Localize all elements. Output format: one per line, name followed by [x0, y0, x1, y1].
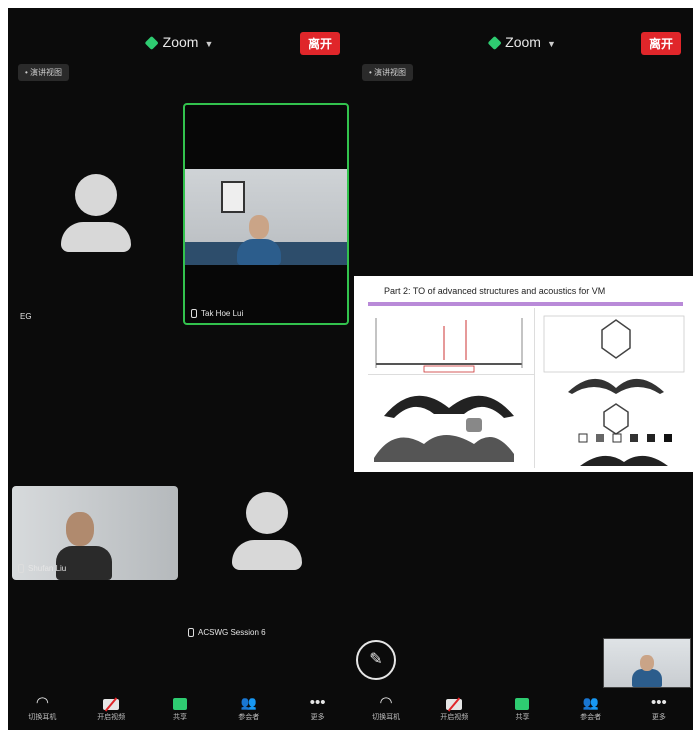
participant-name: EG — [20, 312, 32, 321]
toolbar-start-video[interactable]: 开启视频 — [85, 694, 137, 722]
toolbar-share[interactable]: 共享 — [496, 694, 548, 722]
annotate-pen-button[interactable]: ✎ — [356, 640, 396, 680]
avatar-icon — [61, 174, 131, 252]
self-video-thumbnail[interactable] — [603, 638, 691, 688]
encryption-shield-icon — [487, 36, 502, 51]
meeting-toolbar: ◠ 切换耳机 开启视频 共享 👥 参会者 ••• 更多 — [8, 688, 352, 730]
top-bar: Zoom ▼ 离开 • 演讲视图 — [8, 8, 352, 81]
participant-tile-blank[interactable]: EG — [16, 158, 176, 328]
more-icon: ••• — [650, 694, 667, 711]
toolbar-participants[interactable]: 👥 参会者 — [565, 694, 617, 722]
meeting-title-button[interactable]: Zoom ▼ — [487, 34, 556, 51]
camera-off-icon — [103, 699, 120, 710]
toolbar-share[interactable]: 共享 — [154, 694, 206, 722]
meeting-toolbar: ◠ 切换耳机 开启视频 共享 👥 参会者 ••• 更多 — [352, 688, 693, 730]
headphones-icon: ◠ — [379, 694, 393, 711]
participant-tile-other[interactable]: ACSWG Session 6 — [184, 486, 350, 646]
share-screen-icon — [172, 698, 187, 710]
shared-screen-slide[interactable]: Part 2: TO of advanced structures and ac… — [354, 276, 693, 472]
participant-video — [185, 169, 347, 265]
participant-tile-active-speaker[interactable]: Tak Hoe Lui — [183, 103, 349, 325]
more-icon: ••• — [309, 694, 326, 711]
pen-icon: ✎ — [369, 651, 383, 668]
chevron-down-icon: ▼ — [204, 39, 214, 49]
leave-button[interactable]: 离开 — [299, 32, 340, 55]
toolbar-more[interactable]: ••• 更多 — [292, 694, 344, 722]
top-bar: Zoom ▼ 离开 • 演讲视图 — [352, 8, 693, 81]
speaker-view-toggle[interactable]: • 演讲视图 — [362, 64, 414, 81]
camera-off-icon — [446, 699, 463, 710]
left-phone-screen: Zoom ▼ 离开 • 演讲视图 EG Tak Hoe Lui Shufan Li… — [8, 8, 352, 730]
toolbar-participants[interactable]: 👥 参会者 — [223, 694, 275, 722]
toolbar-headphones[interactable]: ◠ 切换耳机 — [16, 694, 68, 722]
speaker-view-toggle[interactable]: • 演讲视图 — [18, 64, 70, 81]
participant-name-tag: ACSWG Session 6 — [188, 628, 266, 638]
toolbar-more[interactable]: ••• 更多 — [633, 694, 685, 722]
encryption-shield-icon — [144, 36, 159, 51]
leave-button[interactable]: 离开 — [640, 32, 681, 55]
chevron-down-icon: ▼ — [546, 39, 556, 49]
mic-icon — [18, 564, 24, 574]
headphones-icon: ◠ — [35, 694, 49, 711]
mic-icon — [188, 628, 194, 638]
toolbar-start-video[interactable]: 开启视频 — [428, 694, 480, 722]
mic-icon — [191, 309, 197, 319]
participant-name-tag: Tak Hoe Lui — [191, 309, 243, 319]
meeting-title-button[interactable]: Zoom ▼ — [144, 34, 214, 51]
slide-diagrams — [374, 315, 685, 466]
toolbar-headphones[interactable]: ◠ 切换耳机 — [360, 694, 412, 722]
participants-icon: 👥 — [582, 695, 599, 710]
participant-tile-self[interactable]: Shufan Liu — [12, 486, 178, 580]
right-phone-screen: Zoom ▼ 离开 • 演讲视图 Part 2: TO of advanced s… — [352, 8, 693, 730]
participants-icon: 👥 — [240, 695, 257, 710]
participant-name-tag: Shufan Liu — [18, 564, 66, 574]
share-screen-icon — [515, 698, 530, 710]
avatar-icon — [232, 492, 302, 570]
